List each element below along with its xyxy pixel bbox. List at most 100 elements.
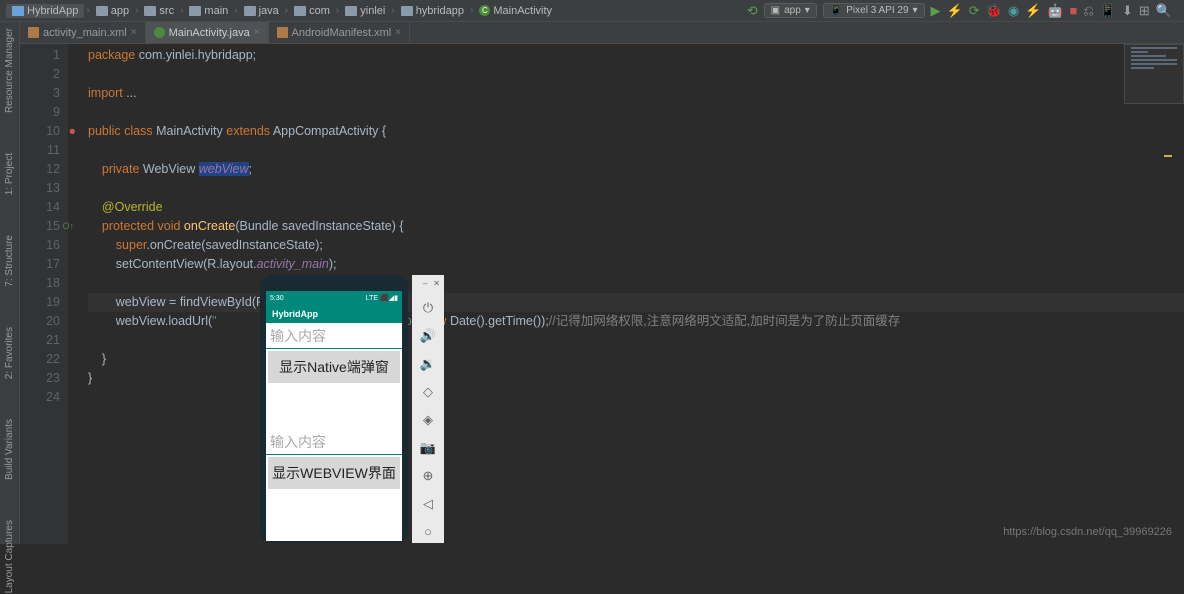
- breadcrumb-item[interactable]: hybridapp: [397, 5, 468, 17]
- back-icon[interactable]: ◁: [423, 496, 433, 512]
- code-keyword: protected void: [102, 219, 181, 233]
- run-icon[interactable]: ▶: [931, 3, 941, 19]
- emulator-screen[interactable]: 输入内容 显示Native端弹窗 输入内容 显示WEBVIEW界面: [266, 323, 402, 541]
- class-icon: C: [479, 5, 490, 16]
- sidebar-build-variants[interactable]: Build Variants: [4, 419, 15, 480]
- close-icon[interactable]: ×: [131, 27, 137, 38]
- code-text: webView.loadUrl(: [88, 314, 212, 328]
- folder-icon: [144, 6, 156, 16]
- breadcrumb-item[interactable]: app: [92, 5, 133, 17]
- power-icon[interactable]: ⏻: [423, 300, 433, 316]
- code-text: ;: [249, 162, 252, 176]
- chevron-icon: ›: [86, 5, 89, 16]
- folder-icon: [96, 6, 108, 16]
- profile-icon[interactable]: ◉: [1008, 3, 1019, 19]
- sidebar-resource-manager[interactable]: Resource Manager: [4, 28, 15, 113]
- rotate-left-icon[interactable]: ◇: [423, 384, 433, 400]
- line-number: 10●: [20, 122, 60, 141]
- breadcrumb-root[interactable]: HybridApp: [6, 4, 84, 18]
- sync-icon[interactable]: ⟲: [747, 3, 758, 19]
- gutter: 1 2 3 9 10● 11 12 13 14 15O↑ 16 17 18 19…: [20, 44, 68, 544]
- folder-icon: [244, 6, 256, 16]
- code-area[interactable]: package com.yinlei.hybridapp; import ...…: [68, 44, 1184, 544]
- code-keyword: package: [88, 48, 135, 62]
- code-text: com.yinlei.hybridapp;: [135, 48, 256, 62]
- sidebar-layout-captures[interactable]: Layout Captures: [4, 520, 15, 593]
- emulator-button-native[interactable]: 显示Native端弹窗: [268, 351, 400, 383]
- sidebar-project[interactable]: 1: Project: [4, 153, 15, 195]
- code-text: }: [88, 352, 106, 366]
- close-icon[interactable]: ✕: [433, 279, 440, 288]
- code-keyword: import: [88, 86, 123, 100]
- chevron-icon: ›: [180, 5, 183, 16]
- rotate-right-icon[interactable]: ◈: [423, 412, 433, 428]
- chevron-icon: ›: [285, 5, 288, 16]
- minimap-line: [1131, 55, 1166, 57]
- close-icon[interactable]: ×: [395, 27, 401, 38]
- code-annotation: @Override: [102, 200, 163, 214]
- breadcrumb-item[interactable]: com: [290, 5, 334, 17]
- breadcrumb-leaf[interactable]: CMainActivity: [475, 5, 556, 17]
- git-icon[interactable]: ⎌: [1083, 3, 1093, 19]
- line-number: 3: [20, 84, 60, 103]
- breadcrumb-item[interactable]: src: [140, 5, 178, 17]
- emulator-window[interactable]: 5:30 LTE ⬛◢▮ HybridApp 输入内容 显示Native端弹窗 …: [260, 275, 450, 543]
- breakpoint-icon[interactable]: ●: [68, 122, 76, 141]
- line-number: 16: [20, 236, 60, 255]
- device-dropdown[interactable]: 📱 Pixel 3 API 29 ▾: [823, 3, 925, 18]
- search-icon[interactable]: 🔍: [1156, 3, 1172, 19]
- line-number: 15O↑: [20, 217, 60, 236]
- emulator-button-webview[interactable]: 显示WEBVIEW界面: [268, 457, 400, 489]
- stop-icon[interactable]: ■: [1070, 3, 1078, 18]
- override-icon[interactable]: O↑: [62, 217, 74, 236]
- code-comment: //记得加网络权限,注意网络明文适配,加时间是为了防止页面缓存: [549, 314, 900, 328]
- line-number: 22: [20, 350, 60, 369]
- avd-icon[interactable]: 📱: [1100, 3, 1116, 19]
- spacer: [266, 385, 402, 429]
- emulator-app-title: HybridApp: [266, 305, 402, 323]
- code-field: activity_main: [257, 257, 329, 271]
- android-icon[interactable]: 🤖: [1047, 3, 1063, 19]
- attach-icon[interactable]: ⚡: [1025, 3, 1041, 19]
- line-number: 2: [20, 65, 60, 84]
- structure-icon[interactable]: ⊞: [1139, 3, 1150, 19]
- minimap[interactable]: [1124, 44, 1184, 104]
- emulator-statusbar: 5:30 LTE ⬛◢▮: [266, 291, 402, 305]
- close-icon[interactable]: ×: [254, 27, 260, 38]
- rerun-icon[interactable]: ⟳: [969, 3, 980, 19]
- apply-changes-icon[interactable]: ⚡: [947, 3, 963, 19]
- breadcrumb-item[interactable]: java: [240, 5, 283, 17]
- chevron-icon: ›: [135, 5, 138, 16]
- zoom-in-icon[interactable]: ⊕: [423, 468, 434, 484]
- code-text: }: [88, 371, 92, 385]
- sidebar-structure[interactable]: 7: Structure: [4, 235, 15, 287]
- toolbar-right: ⟲ ▣ app ▾ 📱 Pixel 3 API 29 ▾ ▶ ⚡ ⟳ 🐞 ◉ ⚡…: [747, 3, 1184, 19]
- run-config-dropdown[interactable]: ▣ app ▾: [764, 3, 817, 18]
- folder-icon: [189, 6, 201, 16]
- tab-manifest[interactable]: AndroidManifest.xml×: [269, 22, 411, 43]
- scrollbar-warning-marker[interactable]: [1164, 155, 1172, 157]
- camera-icon[interactable]: 📷: [420, 440, 436, 456]
- code-editor[interactable]: 1 2 3 9 10● 11 12 13 14 15O↑ 16 17 18 19…: [20, 44, 1184, 544]
- code-text: );: [329, 257, 337, 271]
- tab-main-activity[interactable]: MainActivity.java×: [146, 22, 269, 43]
- emulator-input-2[interactable]: 输入内容: [266, 429, 402, 455]
- breadcrumb-item[interactable]: main: [185, 5, 232, 17]
- line-number: 17: [20, 255, 60, 274]
- line-number: 1: [20, 46, 60, 65]
- code-text: webView = findViewById(R.id.: [88, 295, 282, 309]
- volume-down-icon[interactable]: 🔉: [420, 356, 436, 372]
- java-icon: [154, 27, 165, 38]
- minimize-icon[interactable]: –: [423, 279, 427, 288]
- emulator-input-1[interactable]: 输入内容: [266, 323, 402, 349]
- home-icon[interactable]: ○: [424, 524, 432, 539]
- code-keyword: private: [102, 162, 140, 176]
- folder-icon: [345, 6, 357, 16]
- sdk-icon[interactable]: ⬇: [1122, 3, 1133, 19]
- volume-up-icon[interactable]: 🔊: [420, 328, 436, 344]
- sidebar-favorites[interactable]: 2: Favorites: [4, 327, 15, 379]
- minimap-line: [1131, 59, 1177, 61]
- debug-icon[interactable]: 🐞: [986, 3, 1002, 19]
- breadcrumb-item[interactable]: yinlei: [341, 5, 389, 17]
- tab-activity-main[interactable]: activity_main.xml×: [20, 22, 146, 43]
